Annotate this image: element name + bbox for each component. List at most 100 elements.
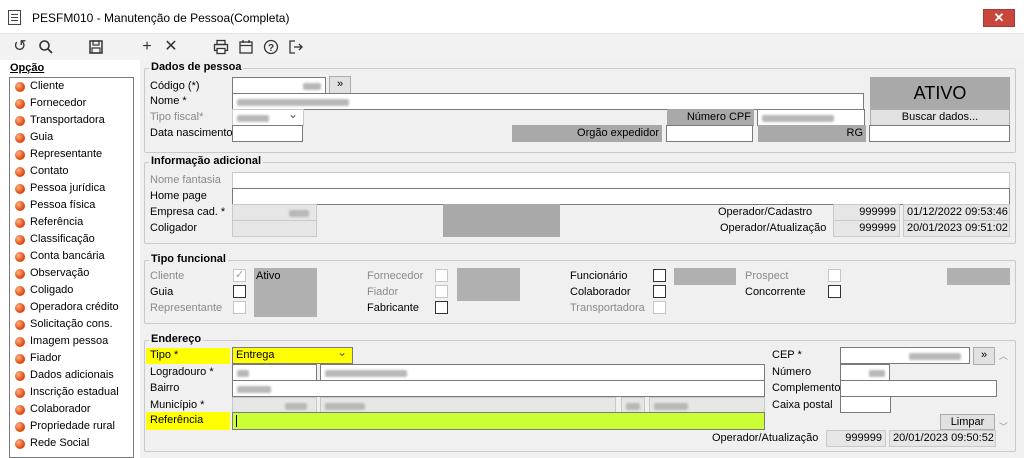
referencia-field[interactable] [232,412,765,430]
op-atualizacao-label: Operador/Atualização [720,222,827,234]
limpar-button[interactable]: Limpar [940,414,995,430]
guia-checkbox[interactable] [233,285,246,298]
option-item[interactable]: Propriedade rural [10,418,133,435]
option-item[interactable]: Contato [10,163,133,180]
option-item[interactable]: Coligado [10,282,133,299]
exit-icon[interactable] [286,37,306,57]
bullet-icon [15,201,25,211]
caixa-postal-field[interactable] [840,396,891,413]
option-item[interactable]: Pessoa jurídica [10,180,133,197]
delete-icon[interactable]: ✕ [161,37,181,57]
fabricante-checkbox[interactable] [435,301,448,314]
concorrente-checkbox[interactable] [828,285,841,298]
cep-search-button[interactable]: » [973,347,995,365]
ativo-label: Ativo [256,270,281,282]
cep-field[interactable] [840,347,970,364]
title-bar: PESFM010 - Manutenção de Pessoa(Completa… [0,0,1024,34]
search-icon[interactable] [36,37,56,57]
print-icon[interactable] [211,37,231,57]
numero-label: Número [772,366,812,378]
municipio-label: Município * [150,399,205,411]
option-item[interactable]: Colaborador [10,401,133,418]
option-item[interactable]: Classificação [10,231,133,248]
op-atualizacao-date: 20/01/2023 09:51:02 [903,220,1010,237]
bullet-icon [15,320,25,330]
option-item[interactable]: Inscrição estadual [10,384,133,401]
endereco-scrollbar[interactable]: ︿ ﹀ [998,347,1010,435]
option-item[interactable]: Observação [10,265,133,282]
colaborador-checkbox[interactable] [653,285,666,298]
scroll-down-icon[interactable]: ﹀ [999,420,1008,433]
option-item[interactable]: Conta bancária [10,248,133,265]
option-item[interactable]: Pessoa física [10,197,133,214]
rg-label: RG [758,125,866,142]
help-icon[interactable]: ? [261,37,281,57]
fornecedor-panel [457,268,520,301]
op-cadastro-date: 01/12/2022 09:53:46 [903,204,1010,221]
prospect-checkbox[interactable] [828,269,841,282]
app-icon [8,10,21,25]
home-page-field[interactable] [232,188,1010,205]
buscar-dados-button[interactable]: Buscar dados... [870,109,1010,126]
numero-field[interactable] [840,364,890,381]
undo-icon[interactable]: ↺ [10,37,30,57]
scroll-up-icon[interactable]: ︿ [999,349,1008,362]
close-button[interactable]: ✕ [983,9,1015,27]
empresa-name-display [443,204,560,237]
save-icon[interactable] [86,37,106,57]
empresa-cad-label: Empresa cad. * [150,206,226,218]
bullet-icon [15,235,25,245]
option-item[interactable]: Cliente [10,78,133,95]
add-icon[interactable]: + [137,37,157,57]
calendar-icon[interactable] [236,37,256,57]
op-atualizacao-code: 999999 [833,220,900,237]
coligador-field[interactable] [232,220,317,237]
option-item[interactable]: Solicitação cons. [10,316,133,333]
complemento-field[interactable] [840,380,997,397]
option-item[interactable]: Imagem pessoa [10,333,133,350]
fiador-checkbox[interactable] [435,285,448,298]
option-item[interactable]: Fiador [10,350,133,367]
representante-checkbox[interactable] [233,301,246,314]
op-atual-endereco-date: 20/01/2023 09:50:52 [889,430,996,447]
logradouro-field[interactable] [320,364,765,381]
data-nascimento-field[interactable] [232,125,303,142]
codigo-label: Código (*) [150,80,200,92]
option-item[interactable]: Rede Social [10,435,133,452]
option-list[interactable]: Cliente Fornecedor Transportadora Guia R… [9,77,134,458]
option-header: Opção [10,62,45,74]
bullet-icon [15,303,25,313]
bullet-icon [15,167,25,177]
option-item[interactable]: Transportadora [10,112,133,129]
dados-pessoa-legend: Dados de pessoa [149,61,244,73]
orgao-expedidor-field[interactable] [666,125,753,142]
empresa-cad-field[interactable] [232,204,317,221]
option-item[interactable]: Referência [10,214,133,231]
option-item[interactable]: Dados adicionais [10,367,133,384]
fornecedor-checkbox[interactable] [435,269,448,282]
bullet-icon [15,388,25,398]
tipo-endereco-label: Tipo * [146,348,230,364]
option-item[interactable]: Representante [10,146,133,163]
codigo-search-button[interactable]: » [329,76,351,94]
numero-cpf-field[interactable] [757,109,865,126]
rg-field[interactable] [869,125,1010,142]
option-item[interactable]: Guia [10,129,133,146]
tipo-endereco-select[interactable]: Entrega [232,347,353,364]
transportadora-checkbox[interactable] [653,301,666,314]
bairro-field[interactable] [232,380,765,397]
funcionario-checkbox[interactable] [653,269,666,282]
info-adicional-legend: Informação adicional [149,155,264,167]
bairro-label: Bairro [150,382,180,394]
cliente-checkbox[interactable] [233,268,246,282]
option-item[interactable]: Fornecedor [10,95,133,112]
guia-label: Guia [150,286,174,298]
codigo-field[interactable] [232,77,326,94]
option-item[interactable]: Operadora crédito [10,299,133,316]
tipo-fiscal-select[interactable] [232,109,304,126]
nome-label: Nome * [150,95,187,107]
nome-field[interactable] [232,93,864,110]
logradouro-tipo-field[interactable] [232,364,317,381]
nome-fantasia-field[interactable] [232,172,1010,189]
home-page-label: Home page [150,190,207,202]
